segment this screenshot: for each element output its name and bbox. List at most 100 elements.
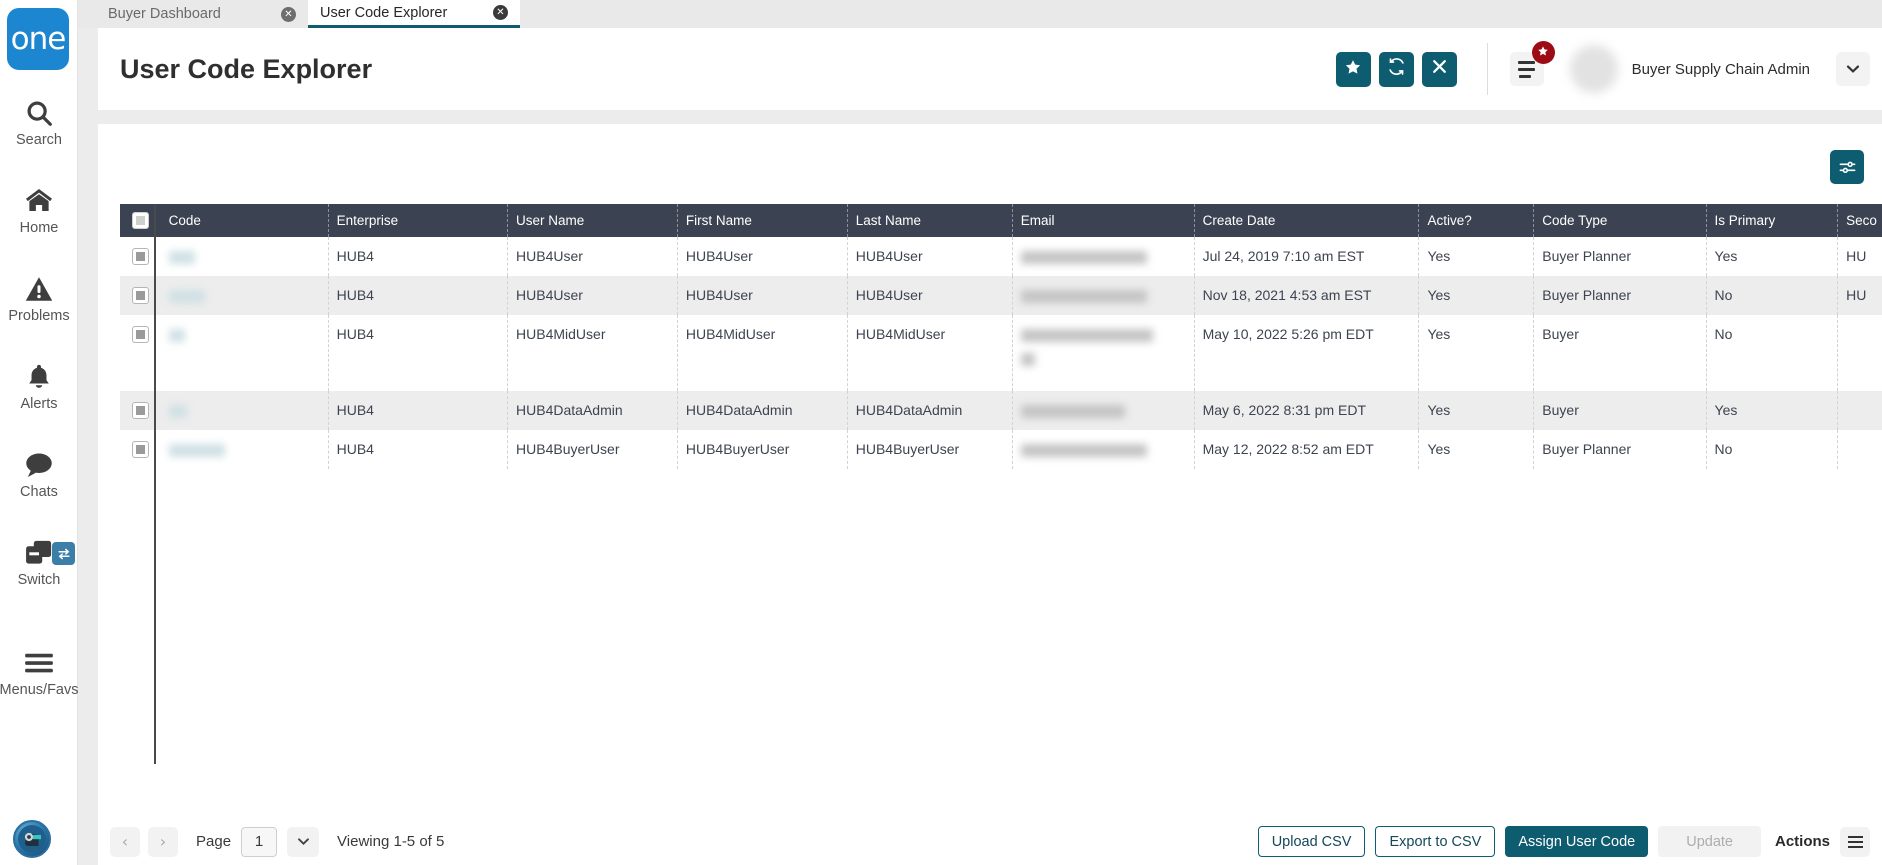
tab-buyer-dashboard[interactable]: Buyer Dashboard ✕ (96, 0, 308, 28)
cell-code[interactable] (160, 237, 329, 276)
table-row[interactable]: HUB4 HUB4DataAdmin HUB4DataAdmin HUB4Dat… (120, 391, 1882, 430)
cell-is-primary: No (1706, 315, 1839, 391)
cell-user-name: HUB4BuyerUser (507, 430, 678, 469)
cell-is-primary: No (1706, 430, 1839, 469)
cell-user-name: HUB4User (507, 237, 678, 276)
user-role: Buyer Supply Chain Admin (1631, 60, 1810, 78)
row-checkbox[interactable] (131, 248, 149, 265)
switch-windows-icon (24, 536, 54, 570)
redacted-code (168, 289, 205, 303)
sidebar-item-label: Switch (17, 572, 61, 588)
select-all-checkbox[interactable] (131, 212, 149, 229)
actions-menu-hamburger-icon[interactable] (1840, 826, 1870, 857)
column-header-last-name[interactable]: Last Name (847, 204, 1013, 237)
page-number-input[interactable] (241, 826, 278, 857)
close-circle-icon[interactable]: ✕ (493, 5, 508, 20)
table-row[interactable]: HUB4 HUB4BuyerUser HUB4BuyerUser HUB4Buy… (120, 430, 1882, 469)
page-size-chevron-down-icon[interactable] (287, 826, 320, 857)
user-menu-chevron-down-icon[interactable] (1836, 52, 1870, 86)
column-header-secondary[interactable]: Seco (1837, 204, 1882, 237)
cell-user-name: HUB4User (507, 276, 678, 315)
column-header-create-date[interactable]: Create Date (1194, 204, 1420, 237)
cell-create-date: Jul 24, 2019 7:10 am EST (1194, 237, 1420, 276)
page-shell: User Code Explorer Buyer Supply Chain Ad… (78, 28, 1882, 865)
update-button: Update (1658, 826, 1761, 857)
sidebar-item-search[interactable]: Search (0, 96, 78, 170)
upload-csv-button[interactable]: Upload CSV (1257, 826, 1366, 857)
sidebar-item-chats[interactable]: Chats (0, 448, 78, 522)
close-circle-icon[interactable]: ✕ (281, 6, 296, 22)
column-header-email[interactable]: Email (1012, 204, 1195, 237)
export-csv-button[interactable]: Export to CSV (1375, 826, 1496, 857)
cell-user-name: HUB4DataAdmin (507, 391, 678, 430)
footer-actions: Upload CSV Export to CSV Assign User Cod… (1257, 826, 1882, 857)
rail-item-list: Search Home Problems Alerts Chats Switch… (0, 96, 79, 734)
column-header-enterprise[interactable]: Enterprise (328, 204, 509, 237)
next-page-button[interactable]: › (148, 826, 178, 857)
cell-code[interactable] (160, 315, 329, 391)
table-row[interactable]: HUB4 HUB4User HUB4User HUB4User Jul 24, … (120, 237, 1882, 276)
row-checkbox[interactable] (131, 402, 149, 419)
sidebar-item-switch[interactable]: Switch (0, 536, 78, 610)
table-row[interactable]: HUB4 HUB4User HUB4User HUB4User Nov 18, … (120, 276, 1882, 315)
row-checkbox[interactable] (131, 287, 149, 304)
user-profile[interactable]: Buyer Supply Chain Admin (1569, 43, 1810, 96)
cell-active: Yes (1418, 237, 1535, 276)
refresh-button[interactable] (1378, 51, 1414, 87)
column-header-user-name[interactable]: User Name (507, 204, 678, 237)
sidebar-item-menus-favs[interactable]: Menus/Favs (0, 646, 79, 720)
star-icon (1344, 58, 1362, 81)
cell-secondary: HU (1837, 276, 1882, 315)
actions-label: Actions (1774, 833, 1830, 850)
sidebar-item-label: Search (16, 132, 62, 148)
redacted-email (1020, 250, 1147, 264)
ai-assistant-avatar[interactable] (13, 820, 51, 858)
cell-code[interactable] (160, 391, 329, 430)
sidebar-item-problems[interactable]: Problems (0, 272, 78, 346)
user-info: Buyer Supply Chain Admin (1632, 43, 1810, 96)
cell-last-name: HUB4User (847, 237, 1013, 276)
home-icon (23, 184, 55, 218)
cell-first-name: HUB4MidUser (677, 315, 848, 391)
cell-code[interactable] (160, 430, 329, 469)
favorites-badge (1531, 41, 1555, 64)
prev-page-button[interactable]: ‹ (110, 826, 140, 857)
sidebar-item-home[interactable]: Home (0, 184, 78, 258)
header-menu-button[interactable] (1509, 41, 1555, 86)
column-header-active[interactable]: Active? (1418, 204, 1535, 237)
sidebar-item-alerts[interactable]: Alerts (0, 360, 78, 434)
cell-code[interactable] (160, 276, 329, 315)
cell-first-name: HUB4BuyerUser (677, 430, 848, 469)
tab-label: Buyer Dashboard (108, 6, 221, 22)
cell-code-type: Buyer Planner (1533, 276, 1707, 315)
favorite-button[interactable] (1335, 51, 1371, 87)
left-nav-rail: one Search Home Problems Alerts Chats Sw… (0, 0, 79, 865)
table-row[interactable]: HUB4 HUB4MidUser HUB4MidUser HUB4MidUser… (120, 315, 1882, 391)
cell-enterprise: HUB4 (328, 276, 509, 315)
column-header-is-primary[interactable]: Is Primary (1706, 204, 1839, 237)
column-header-first-name[interactable]: First Name (677, 204, 848, 237)
sidebar-item-label: Menus/Favs (0, 682, 79, 698)
cell-code-type: Buyer Planner (1533, 237, 1707, 276)
warning-triangle-icon (24, 272, 54, 306)
redacted-email (1020, 404, 1125, 418)
tab-user-code-explorer[interactable]: User Code Explorer ✕ (308, 0, 520, 28)
user-code-table: Code Enterprise User Name First Name Las… (120, 204, 1882, 469)
cell-is-primary: Yes (1706, 237, 1839, 276)
cell-user-name: HUB4MidUser (507, 315, 678, 391)
cell-is-primary: No (1706, 276, 1839, 315)
sidebar-item-label: Alerts (20, 396, 58, 412)
assign-user-code-button[interactable]: Assign User Code (1505, 826, 1649, 857)
column-header-code[interactable]: Code (160, 204, 329, 237)
close-button[interactable] (1421, 51, 1457, 87)
app-logo[interactable]: one (7, 8, 69, 70)
cell-is-primary: Yes (1706, 391, 1839, 430)
sliders-icon[interactable] (1830, 150, 1864, 184)
grid-toolbar (1830, 150, 1864, 184)
redacted-email (1020, 289, 1147, 303)
column-header-code-type[interactable]: Code Type (1533, 204, 1707, 237)
cell-enterprise: HUB4 (328, 315, 509, 391)
row-checkbox[interactable] (131, 326, 149, 343)
row-checkbox[interactable] (131, 441, 149, 458)
swap-arrows-icon[interactable] (52, 542, 75, 565)
